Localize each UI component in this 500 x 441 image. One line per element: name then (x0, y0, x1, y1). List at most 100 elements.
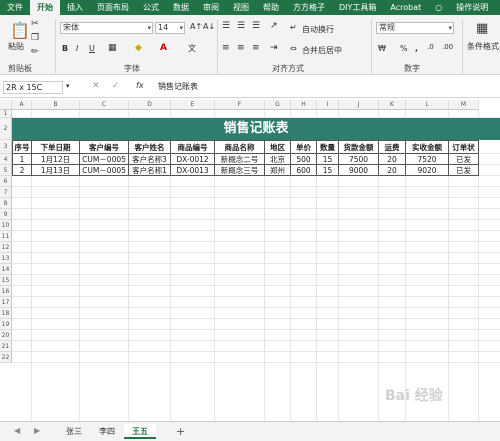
table-cell[interactable]: 客户名称1 (129, 165, 171, 176)
align-middle-icon[interactable]: ☰ (237, 21, 245, 31)
column-header[interactable]: E (171, 100, 215, 110)
fill-color-icon[interactable]: ◆ (135, 43, 142, 53)
border-icon[interactable]: ▦ (108, 43, 117, 53)
formula-input[interactable]: 销售记账表 (158, 81, 198, 92)
comma-button[interactable]: , (415, 44, 418, 53)
align-right-icon[interactable]: ≡ (252, 43, 260, 53)
table-cell[interactable]: 9020 (406, 165, 449, 176)
format-painter-icon[interactable]: ✏ (31, 47, 39, 57)
table-header-cell[interactable]: 商品编号 (171, 140, 215, 154)
table-cell[interactable]: 7500 (339, 154, 379, 165)
column-header[interactable]: K (379, 100, 406, 110)
align-top-icon[interactable]: ☰ (222, 21, 230, 31)
name-box[interactable]: 2R x 15C (3, 81, 63, 94)
table-header-cell[interactable]: 客户姓名 (129, 140, 171, 154)
table-cell[interactable]: 7520 (406, 154, 449, 165)
add-sheet-icon[interactable]: + (176, 425, 185, 438)
row-header[interactable]: 19 (0, 319, 12, 330)
row-header[interactable]: 10 (0, 220, 12, 231)
row-header[interactable]: 12 (0, 242, 12, 253)
row-header[interactable]: 1 (0, 110, 12, 118)
table-cell[interactable]: 已发 (449, 165, 479, 176)
table-header-cell[interactable]: 单价 (291, 140, 317, 154)
row-header[interactable]: 17 (0, 297, 12, 308)
lightbulb-icon[interactable]: ○ (428, 0, 449, 15)
scroll-right-icon[interactable]: ▶ (34, 426, 40, 435)
tab-page-layout[interactable]: 页面布局 (90, 0, 136, 15)
row-header[interactable]: 16 (0, 286, 12, 297)
row-header[interactable]: 21 (0, 341, 12, 352)
confirm-icon[interactable]: ✓ (112, 81, 120, 91)
row-header[interactable]: 2 (0, 118, 12, 140)
row-header[interactable]: 22 (0, 352, 12, 363)
column-header[interactable]: H (291, 100, 317, 110)
conditional-format-icon[interactable]: ▦ (476, 21, 488, 36)
underline-button[interactable]: U (89, 44, 95, 53)
sheet-tab-wangwu[interactable]: 王五 (124, 424, 156, 439)
percent-button[interactable]: % (400, 44, 408, 53)
sheet-tab-lisi[interactable]: 李四 (92, 424, 122, 439)
table-cell[interactable]: 郑州 (265, 165, 291, 176)
font-name-select[interactable]: 宋体 ▾ (60, 22, 153, 34)
column-header[interactable]: A (12, 100, 32, 110)
table-cell[interactable]: CUM－0005 (80, 154, 129, 165)
tell-me-label[interactable]: 操作说明 (449, 0, 495, 15)
table-cell[interactable]: DX-0012 (171, 154, 215, 165)
merge-center-button[interactable]: 合并后居中 (302, 45, 342, 56)
table-cell[interactable]: 北京 (265, 154, 291, 165)
paste-icon[interactable]: 📋 (10, 21, 30, 40)
decrease-decimal-icon[interactable]: .00 (442, 43, 453, 51)
table-header-cell[interactable]: 下单日期 (32, 140, 80, 154)
row-header[interactable]: 7 (0, 187, 12, 198)
cancel-icon[interactable]: ✕ (92, 81, 100, 91)
tab-fangfang[interactable]: 方方格子 (286, 0, 332, 15)
tab-formulas[interactable]: 公式 (136, 0, 166, 15)
table-cell[interactable]: 15 (317, 165, 339, 176)
table-header-cell[interactable]: 商品名称 (215, 140, 265, 154)
column-header[interactable]: L (406, 100, 449, 110)
bold-button[interactable]: B (62, 44, 68, 53)
table-cell[interactable]: 客户名称3 (129, 154, 171, 165)
align-left-icon[interactable]: ≡ (222, 43, 230, 53)
table-cell[interactable]: DX-0013 (171, 165, 215, 176)
tab-diy[interactable]: DIY工具箱 (332, 0, 383, 15)
tab-help[interactable]: 帮助 (256, 0, 286, 15)
indent-icon[interactable]: ⇥ (270, 43, 278, 53)
row-header[interactable]: 8 (0, 198, 12, 209)
font-size-select[interactable]: 14 ▾ (155, 22, 185, 34)
tab-acrobat[interactable]: Acrobat (383, 0, 428, 15)
table-header-cell[interactable]: 实收金额 (406, 140, 449, 154)
table-header-cell[interactable]: 序号 (12, 140, 32, 154)
font-color-icon[interactable]: A (160, 43, 167, 53)
row-header[interactable]: 3 (0, 140, 12, 154)
table-cell[interactable]: 500 (291, 154, 317, 165)
decrease-font-icon[interactable]: A↓ (203, 22, 215, 31)
row-header[interactable]: 20 (0, 330, 12, 341)
row-header[interactable]: 6 (0, 176, 12, 187)
row-header[interactable]: 15 (0, 275, 12, 286)
column-header[interactable]: B (32, 100, 80, 110)
tab-file[interactable]: 文件 (0, 0, 30, 15)
increase-font-icon[interactable]: A↑ (190, 22, 202, 31)
select-all-corner[interactable] (0, 100, 12, 110)
column-header[interactable]: C (80, 100, 129, 110)
sheet-title[interactable]: 销售记账表 (12, 118, 500, 140)
table-cell[interactable]: 新概念二号 (215, 154, 265, 165)
tab-view[interactable]: 视图 (226, 0, 256, 15)
name-box-chevron-icon[interactable]: ▾ (66, 82, 70, 90)
table-header-cell[interactable]: 货款金额 (339, 140, 379, 154)
currency-button[interactable]: ₩ (378, 44, 386, 53)
table-header-cell[interactable]: 订单状 (449, 140, 479, 154)
paste-button[interactable]: 粘贴 (8, 41, 24, 52)
table-cell[interactable]: 1 (12, 154, 32, 165)
tab-insert[interactable]: 插入 (60, 0, 90, 15)
orientation-icon[interactable]: ↗ (270, 21, 278, 31)
copy-icon[interactable]: ❐ (31, 33, 39, 43)
row-header[interactable]: 18 (0, 308, 12, 319)
conditional-format-button[interactable]: 条件格式 (467, 41, 499, 52)
table-cell[interactable]: 1月12日 (32, 154, 80, 165)
merge-icon[interactable]: ⇔ (290, 44, 297, 53)
table-header-cell[interactable]: 客户编号 (80, 140, 129, 154)
table-cell[interactable]: 15 (317, 154, 339, 165)
increase-decimal-icon[interactable]: .0 (427, 43, 434, 51)
